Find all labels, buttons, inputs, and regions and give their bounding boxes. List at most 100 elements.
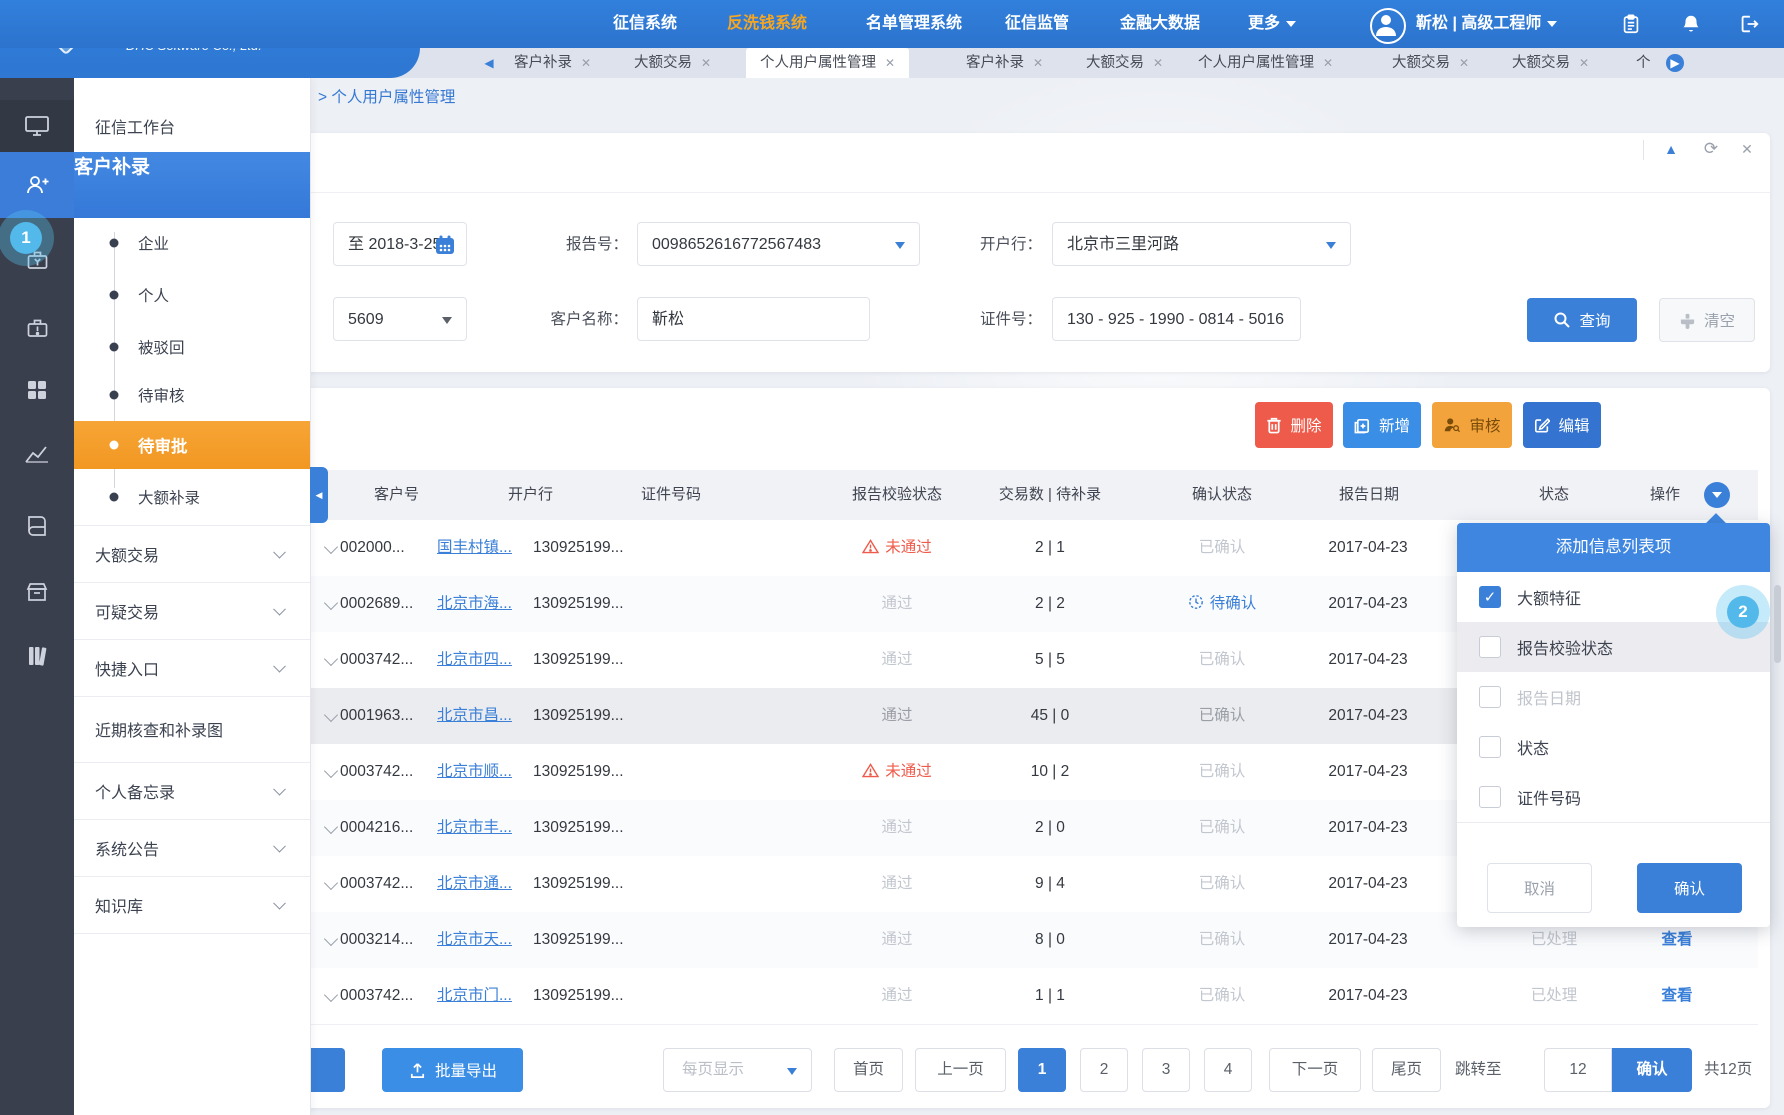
page-size-select[interactable]: 每页显示 [663,1048,812,1092]
nav-credit-supervision[interactable]: 征信监管 [1005,0,1069,48]
nav-more-menu[interactable]: 更多 [1248,0,1296,48]
submenu-item-enterprise[interactable]: 企业 [74,221,310,265]
tab-truncated[interactable]: 个 [1636,48,1651,78]
col-customer-no[interactable]: 客户号 [374,470,419,520]
chooser-item-status[interactable]: 状态 [1457,722,1770,772]
row-expand-icon[interactable] [324,764,338,778]
checkbox-checked-icon[interactable]: ✓ [1479,586,1501,608]
row-expand-icon[interactable] [324,652,338,666]
sidebar-collapse-handle[interactable]: ◀ [310,467,328,523]
rail-item-library[interactable] [0,630,74,682]
search-button[interactable]: 查询 [1527,298,1637,342]
page-2-button[interactable]: 2 [1080,1048,1128,1092]
view-link[interactable]: 查看 [1661,987,1692,1004]
tab-large-transaction-2[interactable]: 大额交易✕ [1086,48,1163,78]
row-expand-icon[interactable] [324,988,338,1002]
checkbox-icon[interactable] [1479,736,1501,758]
nav-list-mgmt-system[interactable]: 名单管理系统 [866,0,962,48]
row-expand-icon[interactable] [324,540,338,554]
submenu-item-rejected[interactable]: 被驳回 [74,325,310,369]
checkbox-icon[interactable] [1479,636,1501,658]
bank-link[interactable]: 北京市丰... [437,819,512,836]
page-first-button[interactable]: 首页 [834,1048,903,1092]
rail-item-apps[interactable] [0,364,74,416]
table-row[interactable]: 0003742... 北京市门... 130925199... 通过 1 | 1… [310,968,1758,1025]
bank-link[interactable]: 北京市四... [437,651,512,668]
menu-item-system-notice[interactable]: 系统公告 [74,819,310,876]
submenu-item-personal[interactable]: 个人 [74,273,310,317]
rail-item-customer-supplement[interactable] [0,152,74,218]
clipboard-icon[interactable] [1620,13,1642,35]
nav-aml-system[interactable]: 反洗钱系统 [727,0,807,48]
nav-credit-system[interactable]: 征信系统 [613,0,677,48]
calendar-icon[interactable] [434,234,456,256]
rail-item-alert-case[interactable] [0,302,74,354]
report-no-select[interactable]: 0098652616772567483 [637,222,920,266]
page-prev-button[interactable]: 上一页 [915,1048,1006,1092]
collapse-icon[interactable]: ▲ [1660,138,1682,160]
rail-item-store[interactable] [0,566,74,618]
bank-link[interactable]: 北京市通... [437,875,512,892]
close-icon[interactable]: ✕ [1459,56,1469,70]
row-expand-icon[interactable] [324,876,338,890]
menu-item-recent-check-chart[interactable]: 近期核查和补录图 [74,696,310,762]
chooser-item-id-no[interactable]: 证件号码 [1457,772,1770,822]
menu-item-customer-supplement[interactable]: 客户补录 [74,152,310,218]
delete-button[interactable]: 删除 [1255,402,1333,448]
review-button[interactable]: 审核 [1432,402,1512,448]
menu-item-workbench[interactable]: 征信工作台 [74,100,310,152]
nav-financial-bigdata[interactable]: 金融大数据 [1120,0,1200,48]
bank-link[interactable]: 北京市海... [437,595,512,612]
rail-item-manual[interactable] [0,500,74,552]
refresh-icon[interactable]: ⟳ [1700,138,1722,160]
bank-link[interactable]: 北京市天... [437,931,512,948]
chooser-confirm-button[interactable]: 确认 [1637,863,1742,913]
menu-item-large-transaction[interactable]: 大额交易 [74,525,310,582]
batch-export-button[interactable]: 批量导出 [382,1048,523,1092]
close-icon[interactable]: ✕ [581,56,591,70]
row-expand-icon[interactable] [324,820,338,834]
close-icon[interactable]: ✕ [1736,138,1758,160]
page-next-button[interactable]: 下一页 [1269,1048,1361,1092]
submenu-item-pending-review[interactable]: 待审核 [74,373,310,417]
customer-name-field[interactable]: 靳松 [637,297,870,341]
tab-personal-user-attr-active[interactable]: 个人用户属性管理✕ [746,48,909,78]
add-button[interactable]: 新增 [1343,402,1421,448]
menu-item-suspicious-transaction[interactable]: 可疑交易 [74,582,310,639]
user-name-role[interactable]: 靳松 | 高级工程师 [1416,0,1557,48]
id-no-field[interactable]: 130 - 925 - 1990 - 0814 - 5016 [1052,297,1301,341]
checkbox-icon[interactable] [1479,686,1501,708]
page-3-button[interactable]: 3 [1142,1048,1190,1092]
page-last-button[interactable]: 尾页 [1372,1048,1441,1092]
bank-link[interactable]: 北京市门... [437,987,512,1004]
jump-page-input[interactable]: 12 [1544,1048,1612,1092]
close-icon[interactable]: ✕ [1153,56,1163,70]
bank-select[interactable]: 北京市三里河路 [1052,222,1351,266]
menu-item-personal-memo[interactable]: 个人备忘录 [74,762,310,819]
close-icon[interactable]: ✕ [1033,56,1043,70]
page-scrollbar[interactable] [1774,585,1781,663]
tab-personal-user-attr-2[interactable]: 个人用户属性管理✕ [1198,48,1333,78]
close-icon[interactable]: ✕ [1323,56,1333,70]
submenu-item-pending-approval-active[interactable]: 待审批 [74,421,310,469]
chooser-item-report-date[interactable]: 报告日期 [1457,672,1770,722]
row-expand-icon[interactable] [324,708,338,722]
tab-customer-supplement-2[interactable]: 客户补录✕ [966,48,1043,78]
tab-large-transaction-4[interactable]: 大额交易✕ [1512,48,1589,78]
tab-customer-supplement-1[interactable]: 客户补录✕ [514,48,591,78]
bank-link[interactable]: 北京市顺... [437,763,512,780]
logout-icon[interactable] [1738,13,1760,35]
customer-no-select[interactable]: 5609 [333,297,467,341]
col-id-no[interactable]: 证件号码 [641,470,701,520]
avatar[interactable] [1370,8,1406,44]
tab-scroll-right-button[interactable]: ▶ [1666,54,1684,72]
tab-scroll-left-button[interactable]: ◀ [480,54,498,72]
edit-button[interactable]: 编辑 [1523,402,1601,448]
close-icon[interactable]: ✕ [885,56,895,70]
rail-item-analytics[interactable] [0,428,74,480]
date-to-field[interactable]: 至 2018-3-25 [333,222,467,266]
tab-large-transaction-1[interactable]: 大额交易✕ [634,48,711,78]
close-icon[interactable]: ✕ [1579,56,1589,70]
rail-item-dashboard[interactable] [0,100,74,152]
chooser-cancel-button[interactable]: 取消 [1487,863,1592,913]
